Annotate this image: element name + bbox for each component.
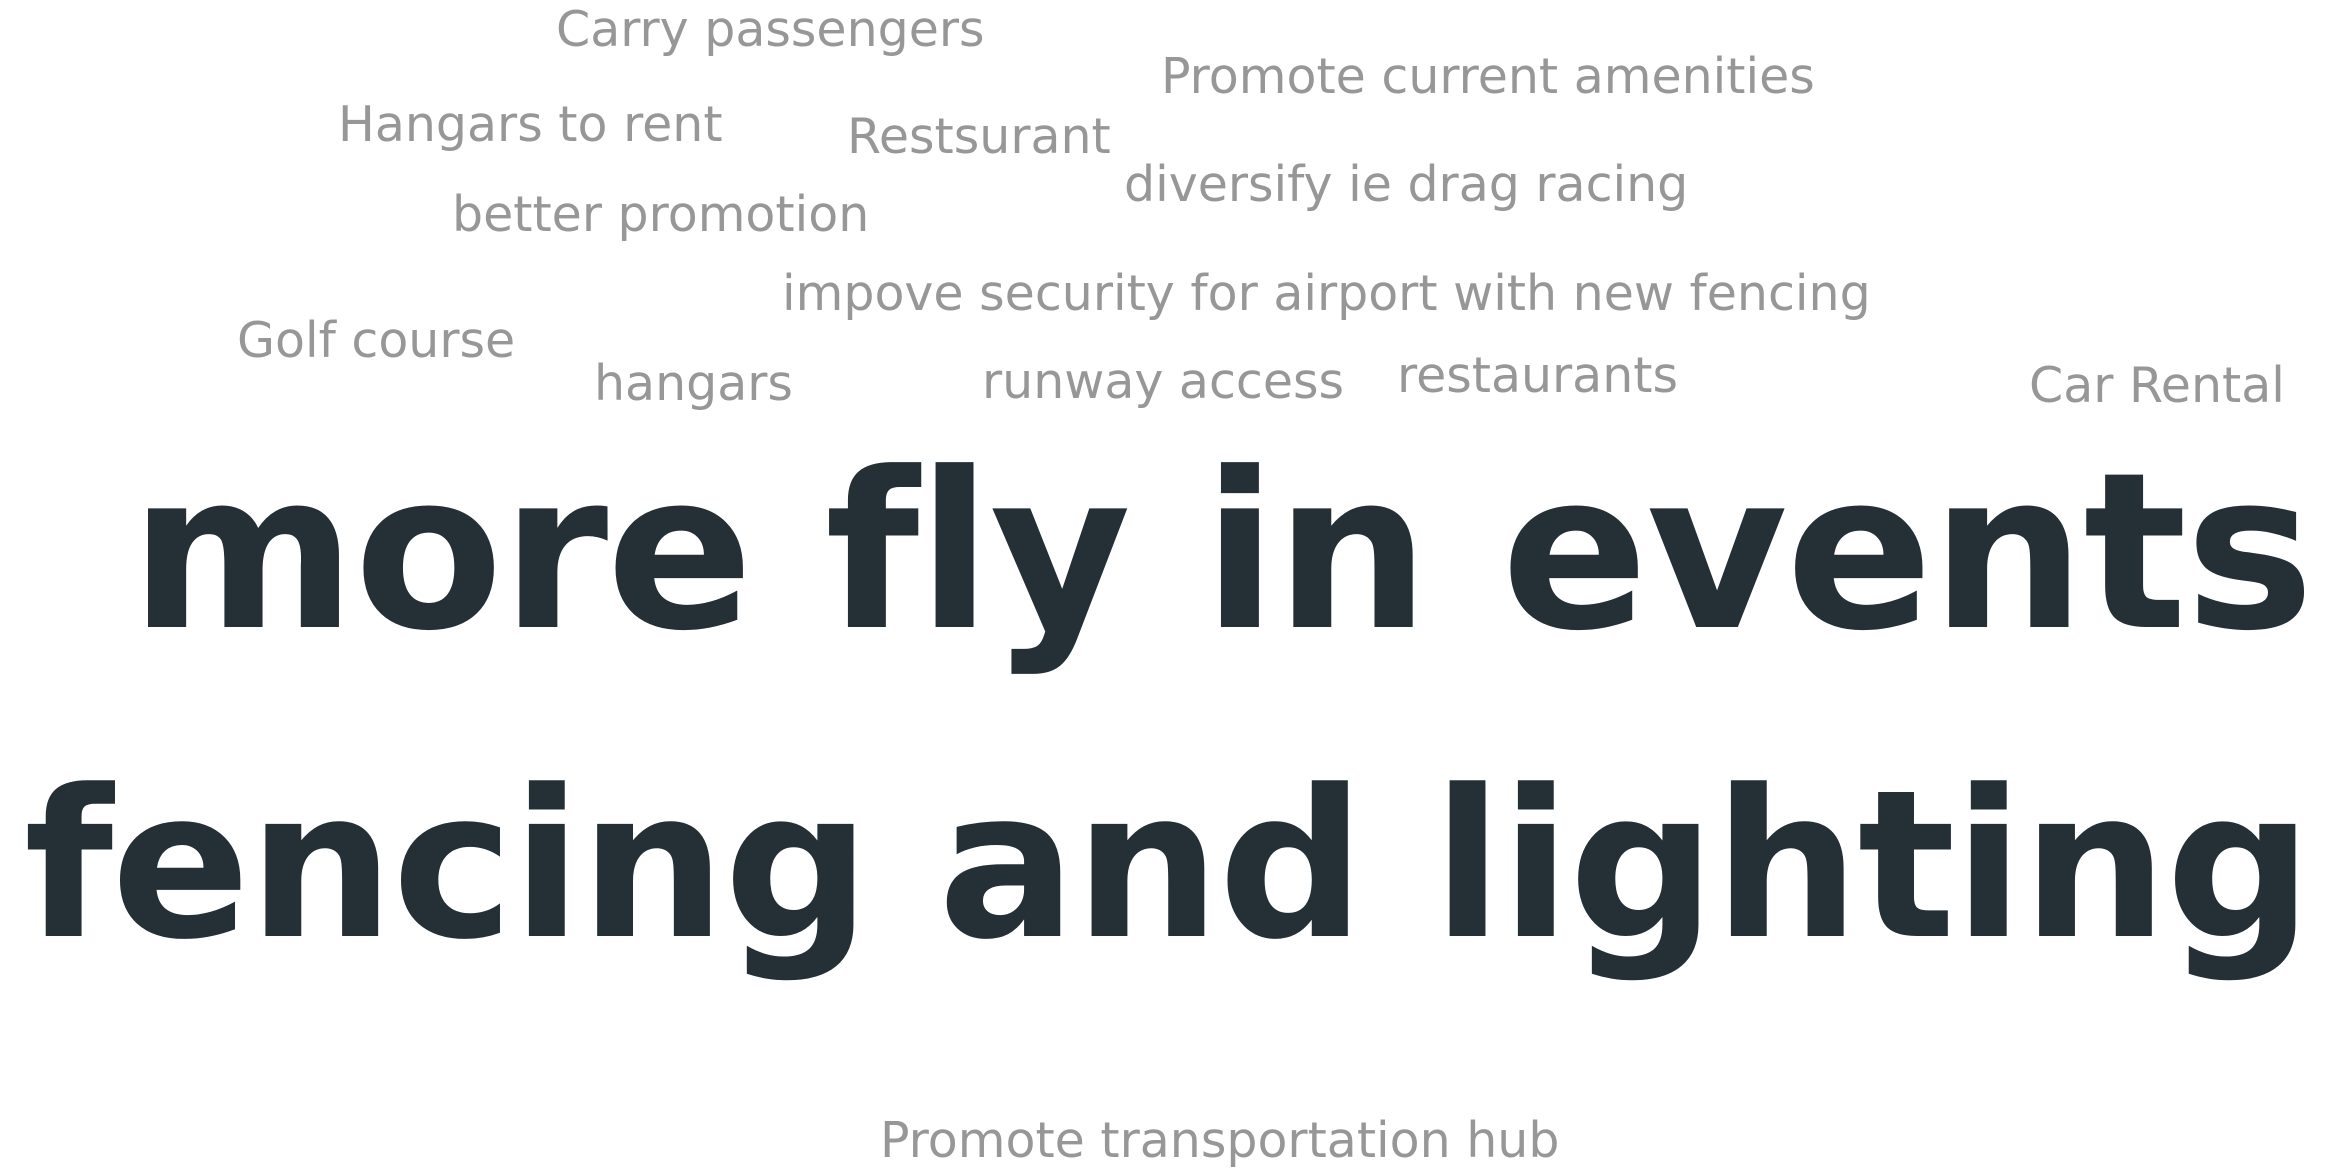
word-restsurant: Restsurant — [847, 108, 1111, 165]
word-promote-transportation-hub: Promote transportation hub — [880, 1112, 1560, 1169]
word-carry-passengers: Carry passengers — [556, 1, 985, 58]
word-hangars-to-rent: Hangars to rent — [338, 96, 723, 153]
word-runway-access: runway access — [982, 353, 1345, 410]
word-fencing-and-lighting: fencing and lighting — [24, 747, 2313, 985]
word-cloud: Carry passengers Promote current ameniti… — [0, 0, 2325, 1165]
word-diversify-drag-racing: diversify ie drag racing — [1124, 156, 1689, 213]
word-hangars: hangars — [594, 355, 793, 412]
word-more-fly-in-events: more fly in events — [130, 427, 2314, 679]
word-impove-security: impove security for airport with new fen… — [782, 265, 1871, 322]
word-better-promotion: better promotion — [452, 186, 870, 243]
word-promote-current-amenities: Promote current amenities — [1161, 48, 1815, 105]
word-golf-course: Golf course — [237, 312, 516, 369]
word-car-rental: Car Rental — [2029, 357, 2285, 414]
word-restaurants: restaurants — [1397, 347, 1679, 404]
